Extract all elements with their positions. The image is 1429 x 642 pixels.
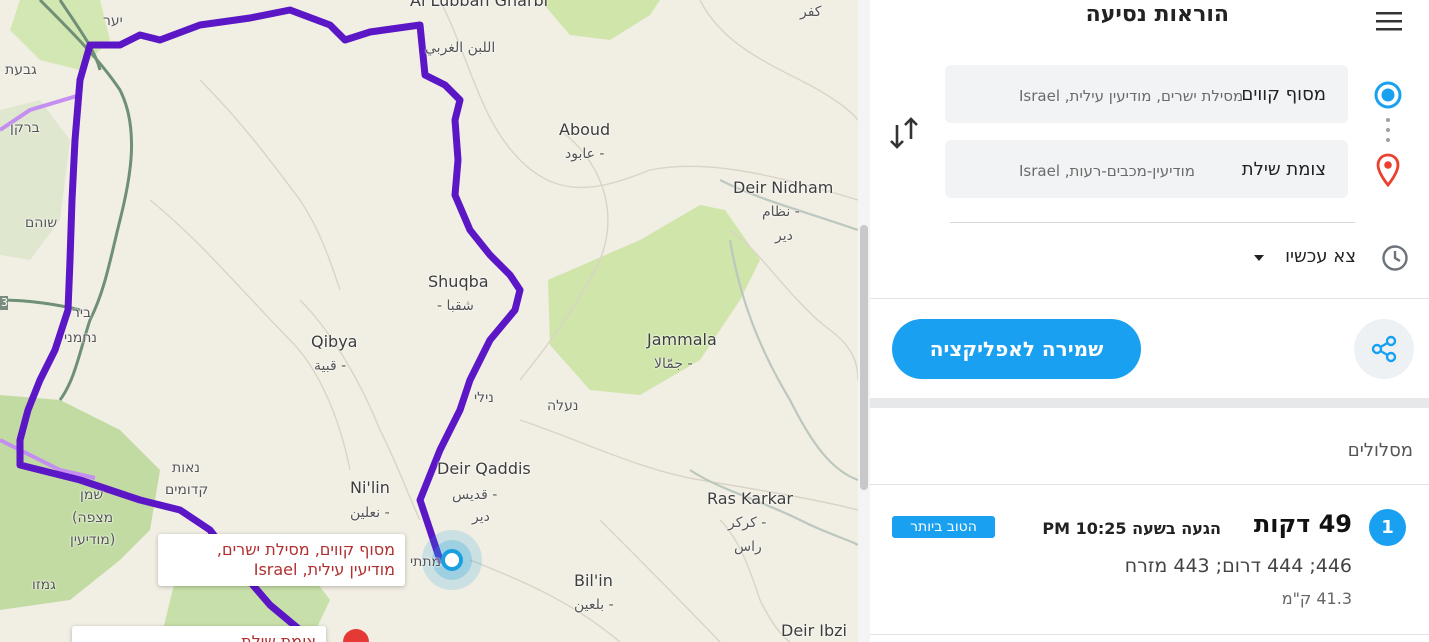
destination-field[interactable]: צומת שילת מודיעין-מכבים-רעות, Israel — [945, 140, 1348, 198]
place-label: راس — [734, 539, 762, 555]
place-label: Jammala — [647, 330, 717, 349]
place-label: מודיעין) — [70, 532, 116, 548]
road — [439, 0, 858, 201]
road — [599, 519, 721, 642]
clock-icon — [1381, 244, 1409, 276]
chevron-down-icon[interactable] — [1254, 255, 1264, 261]
origin-marker[interactable] — [441, 549, 463, 571]
destination-sub: מודיעין-מכבים-רעות, Israel — [1019, 162, 1195, 180]
share-icon — [1371, 335, 1397, 363]
divider — [950, 222, 1355, 223]
connector-dot — [1386, 128, 1390, 132]
place-label: عابود - — [565, 146, 605, 162]
place-label: قبية - — [314, 358, 347, 374]
place-label: (מצפה — [72, 510, 114, 526]
place-label: Ras Karkar — [707, 489, 793, 508]
destination-main: צומת שילת — [1241, 159, 1326, 180]
road-number: 3 — [1, 296, 8, 309]
origin-main: מסוף קווים — [1241, 84, 1326, 105]
place-label: Qibya — [311, 332, 358, 351]
swap-icon[interactable] — [887, 113, 923, 153]
place-label: - شقبا — [437, 298, 474, 314]
divider — [870, 298, 1429, 299]
place-label: מתתי — [410, 554, 442, 570]
best-route-badge: הטוב ביותר — [892, 516, 995, 538]
place-label: נעלה — [547, 398, 579, 414]
routes-title: מסלולים — [1347, 440, 1413, 461]
divider — [870, 484, 1429, 485]
scrollbar-thumb[interactable] — [860, 225, 868, 490]
place-label: Deir Qaddis — [437, 459, 531, 478]
place-label: ברקן — [10, 120, 40, 136]
place-label: بلعين - — [574, 597, 614, 613]
place-label: שמן — [80, 487, 104, 503]
destination-callout-line1: צומת שילת — [241, 632, 316, 642]
place-label: كفر — [800, 4, 822, 20]
place-label: ביר — [72, 305, 92, 321]
origin-callout-line2: מודיעין עילית, Israel — [253, 560, 395, 579]
place-label: قديس - — [452, 487, 498, 503]
place-label: اللبن الغربي — [425, 40, 496, 56]
place-label: נחמני — [64, 330, 97, 346]
directions-panel: הוראות נסיעה מסוף קווים מסילת ישרים, מוד… — [870, 0, 1429, 642]
connector-dot — [1386, 118, 1390, 122]
place-label: Shuqba — [428, 272, 489, 291]
route-number: 1 — [1369, 509, 1406, 546]
origin-callout[interactable]: מסוף קווים, מסילת ישרים, מודיעין עילית, … — [158, 534, 405, 586]
place-label: دير — [775, 228, 793, 244]
divider — [870, 634, 1429, 635]
place-label: جمّالا - — [654, 356, 693, 372]
place-label: גבעת — [5, 62, 37, 78]
place-label: נאות — [172, 460, 200, 476]
destination-callout[interactable]: צומת שילת — [72, 626, 326, 642]
place-label: Deir Ibzi — [781, 621, 847, 640]
place-label: نعلين - — [350, 505, 390, 521]
route-duration: 49 דקות — [1253, 510, 1352, 538]
panel-scrollbar[interactable] — [858, 0, 870, 642]
section-divider — [870, 398, 1429, 408]
route-arrival: הגעה בשעה 10:25 PM — [1042, 519, 1221, 538]
place-label: Al Lubban Gharbi — [410, 0, 549, 10]
origin-callout-line1: מסוף קווים, מסילת ישרים, — [216, 540, 395, 559]
place-label: Deir Nidham — [733, 178, 834, 197]
destination-pin-icon — [1376, 153, 1400, 191]
connector-dot — [1386, 138, 1390, 142]
save-to-app-button[interactable]: שמירה לאפליקציה — [892, 319, 1141, 379]
place-label: שוהם — [25, 215, 58, 231]
place-label: نظام - — [762, 204, 800, 220]
route-roads: 446; 444 דרום; 443 מזרח — [1124, 555, 1352, 577]
place-label: كركر - — [728, 515, 767, 531]
destination-marker[interactable] — [343, 629, 369, 642]
place-label: קדומים — [165, 482, 209, 498]
green-area — [540, 0, 660, 40]
leave-now-select[interactable]: צא עכשיו — [1285, 246, 1356, 267]
share-button[interactable] — [1354, 319, 1414, 379]
place-label: دير — [472, 509, 490, 525]
place-label: Ni'lin — [350, 478, 390, 497]
route-distance: 41.3 ק"מ — [1281, 589, 1352, 608]
origin-field[interactable]: מסוף קווים מסילת ישרים, מודיעין עילית, I… — [945, 65, 1348, 123]
road — [199, 79, 341, 291]
menu-icon[interactable] — [1373, 6, 1405, 36]
road — [699, 0, 858, 121]
place-label: Aboud — [559, 120, 611, 139]
panel-title: הוראות נסיעה — [1085, 2, 1229, 27]
map[interactable]: Al Lubban Gharbi اللبن الغربي كفر Aboud … — [0, 0, 858, 642]
place-label: יער — [103, 13, 123, 29]
place-label: גמזו — [32, 577, 56, 593]
origin-icon — [1373, 80, 1403, 114]
map-canvas[interactable] — [0, 0, 858, 642]
place-label: נילי — [474, 390, 494, 406]
place-label: Bil'in — [574, 571, 613, 590]
origin-sub: מסילת ישרים, מודיעין עילית, Israel — [1019, 87, 1244, 105]
